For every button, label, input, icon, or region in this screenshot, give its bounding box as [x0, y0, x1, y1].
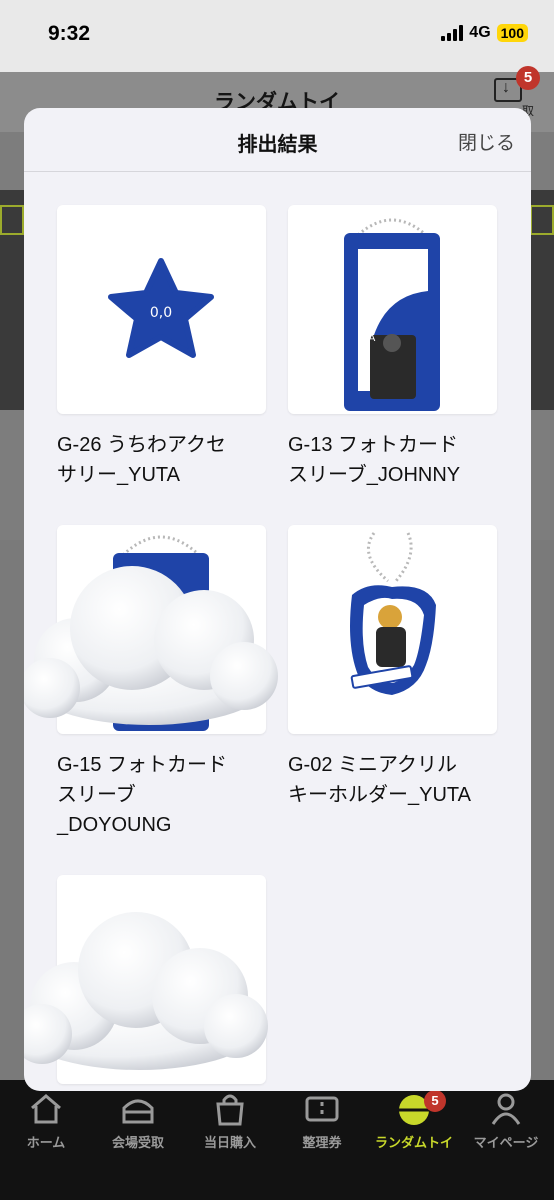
shopping-bag-icon — [184, 1090, 276, 1128]
network-type: 4G — [469, 24, 491, 41]
inbox-button[interactable]: ↓ 5 取 — [492, 66, 540, 118]
tab-random-toy[interactable]: 5 ランダムトイ — [368, 1090, 460, 1151]
tab-ticket[interactable]: 整理券 — [276, 1090, 368, 1151]
tab-label: 会場受取 — [111, 1135, 164, 1150]
svg-text:SA: SA — [362, 333, 376, 344]
tab-venue-pickup[interactable]: 会場受取 — [92, 1090, 184, 1151]
tab-label: 当日購入 — [203, 1135, 256, 1150]
tab-label: 整理券 — [302, 1135, 342, 1150]
item-caption: G-13 フォトカード スリーブ_JOHNNY — [288, 434, 461, 486]
download-arrow-icon: ↓ — [502, 79, 510, 96]
modal-title: 排出結果 — [237, 134, 318, 156]
item-image: 0,0 — [57, 205, 266, 414]
item-caption: G-15 フォトカード スリーブ _DOYOUNG — [57, 754, 228, 836]
bottom-tab-bar: ホーム 会場受取 当日購入 整理券 5 ランダムトイ マイページ — [0, 1080, 554, 1200]
item-image — [57, 875, 266, 1084]
result-modal: 排出結果 閉じる 0,0 G-26 うちわアクセ サリー_YUTA SA G-1… — [24, 108, 531, 1091]
svg-text:0,0: 0,0 — [150, 305, 172, 321]
signal-icon — [441, 25, 464, 41]
hexagon-decoration-left — [0, 205, 24, 235]
tab-label: ホーム — [26, 1135, 66, 1150]
ticket-icon — [276, 1090, 368, 1128]
star-accessory-image: 0,0 — [108, 258, 214, 358]
venue-pickup-icon — [92, 1090, 184, 1128]
result-item[interactable]: G-02 ミニアクリル キーホルダー_YUTA — [288, 525, 497, 810]
close-button[interactable]: 閉じる — [458, 128, 515, 155]
status-time: 9:32 — [48, 22, 91, 45]
item-caption: G-26 うちわアクセ サリー_YUTA — [57, 434, 227, 486]
item-caption: G-02 ミニアクリル キーホルダー_YUTA — [288, 754, 471, 806]
tab-my-page[interactable]: マイページ — [460, 1090, 552, 1151]
tab-home[interactable]: ホーム — [0, 1090, 92, 1151]
modal-header: 排出結果 閉じる — [24, 108, 531, 172]
status-bar: 9:32 4G 100 — [0, 0, 554, 72]
inbox-badge: 5 — [516, 66, 540, 90]
hexagon-decoration-right — [530, 205, 554, 235]
item-image — [288, 525, 497, 734]
photocard-sleeve-image — [113, 535, 209, 731]
photocard-sleeve-image: SA — [344, 218, 440, 411]
status-indicators: 4G 100 — [441, 24, 528, 42]
tab-label: マイページ — [473, 1135, 539, 1150]
acrylic-keyholder-image — [350, 532, 436, 695]
tab-same-day-purchase[interactable]: 当日購入 — [184, 1090, 276, 1151]
result-item[interactable]: SA G-13 フォトカード スリーブ_JOHNNY — [288, 205, 497, 490]
home-icon — [0, 1090, 92, 1128]
tab-badge: 5 — [424, 1090, 446, 1112]
person-icon — [460, 1090, 552, 1128]
result-item[interactable]: 0,0 G-26 うちわアクセ サリー_YUTA — [57, 205, 266, 490]
result-item[interactable] — [57, 875, 266, 1084]
random-toy-icon — [368, 1090, 460, 1128]
item-image — [57, 525, 266, 734]
result-item[interactable]: G-15 フォトカード スリーブ _DOYOUNG — [57, 525, 266, 840]
item-image: SA — [288, 205, 497, 414]
battery-indicator: 100 — [496, 24, 528, 42]
tab-label: ランダムトイ — [374, 1135, 453, 1150]
